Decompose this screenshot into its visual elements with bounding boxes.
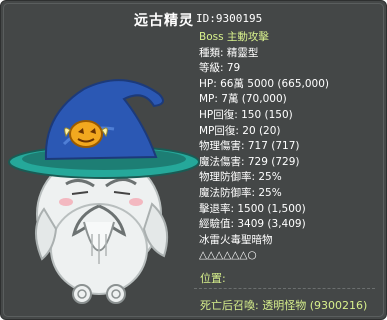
monster-sprite xyxy=(8,79,200,304)
stat-hp: HP: 66萬 5000 (665,000) xyxy=(199,77,329,90)
stat-physical-damage: 物理傷害: 717 (717) xyxy=(199,140,300,153)
stat-physical-defense: 物理防御率: 25% xyxy=(199,171,282,184)
stats-list: Boss 主動攻擊 種類: 精靈型 等級: 79 HP: 66萬 5000 (6… xyxy=(199,30,329,264)
stat-hp-recovery: HP回復: 150 (150) xyxy=(199,108,293,121)
stat-magic-defense: 魔法防御率: 25% xyxy=(199,186,282,199)
summon-on-death: 死亡后召喚: 透明怪物 (9300216) xyxy=(200,299,368,312)
stat-level: 等級: 79 xyxy=(199,62,241,75)
wizard-hat xyxy=(8,79,200,179)
stat-type: 種類: 精靈型 xyxy=(199,46,259,59)
monster-id: ID:9300195 xyxy=(196,12,263,25)
stat-magic-damage: 魔法傷害: 729 (729) xyxy=(199,155,300,168)
stat-exp: 經驗值: 3409 (3,409) xyxy=(199,218,306,231)
monster-name: 远古精灵 xyxy=(134,13,194,29)
stat-knockback: 擊退率: 1500 (1,500) xyxy=(199,202,306,215)
monster-info-panel: 远古精灵 ID:9300195 Boss 主動攻擊 種類: 精靈型 等級: 79… xyxy=(0,0,387,320)
stat-element-resist: △△△△△△○ xyxy=(199,249,257,262)
stat-boss-tag: Boss 主動攻擊 xyxy=(199,31,269,43)
stat-mp-recovery: MP回復: 20 (20) xyxy=(199,124,281,137)
monster-info-inner: 远古精灵 ID:9300195 Boss 主動攻擊 種類: 精靈型 等級: 79… xyxy=(3,3,384,317)
stat-elements: 冰雷火毒聖暗物 xyxy=(199,233,273,246)
position-label: 位置: xyxy=(200,272,226,285)
divider xyxy=(194,288,375,289)
stat-mp: MP: 7萬 (70,000) xyxy=(199,93,287,106)
